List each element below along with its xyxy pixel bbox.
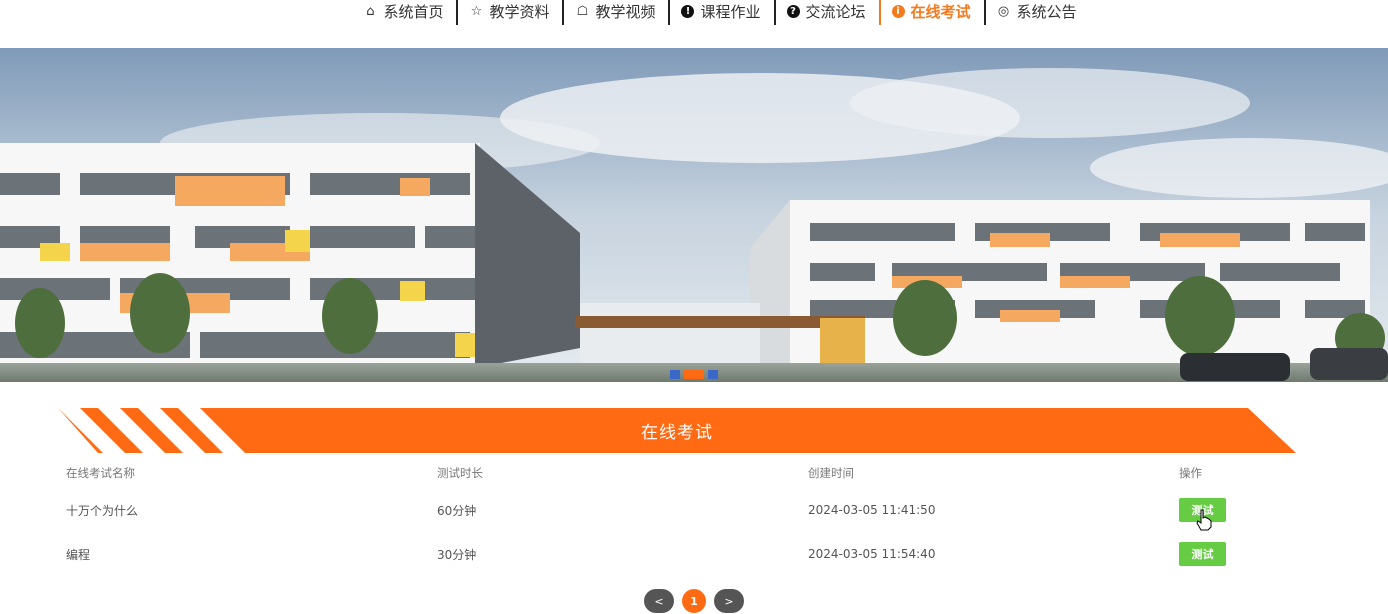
column-header-action: 操作 (1179, 466, 1202, 480)
exam-action-cell: 测试 (1171, 532, 1296, 576)
page-number-current[interactable]: 1 (682, 589, 706, 613)
exam-name: 编程 (66, 547, 91, 562)
carousel-dots (0, 370, 1388, 379)
nav-item-label: 在线考试 (910, 3, 971, 21)
nav-item-materials[interactable]: ☆ 教学资料 (456, 0, 562, 25)
column-header-duration: 测试时长 (437, 466, 483, 480)
nav-item-videos[interactable]: ☖ 教学视频 (562, 0, 668, 25)
table-row: 十万个为什么 60分钟 2024-03-05 11:41:50 测试 (58, 488, 1296, 532)
pagination: < 1 > (0, 589, 1388, 613)
banner-image (0, 48, 1388, 382)
next-page-button[interactable]: > (714, 589, 744, 613)
exam-action-cell: 测试 (1171, 488, 1296, 532)
nav-item-forum[interactable]: ? 交流论坛 (773, 0, 879, 25)
table-row: 编程 30分钟 2024-03-05 11:54:40 测试 (58, 532, 1296, 576)
exam-name: 十万个为什么 (66, 503, 139, 518)
test-button[interactable]: 测试 (1179, 498, 1226, 522)
exam-duration: 30分钟 (437, 547, 477, 562)
question-icon: ? (786, 5, 800, 18)
nav-menu: ⌂ 系统首页 ☆ 教学资料 ☖ 教学视频 ! 课程作业 ? 交流论坛 i 在线考… (350, 0, 1090, 25)
prev-page-button[interactable]: < (644, 589, 674, 613)
nav-item-online-exam[interactable]: i 在线考试 (878, 0, 984, 25)
star-icon: ☆ (470, 4, 483, 19)
exam-duration: 60分钟 (437, 503, 477, 518)
home-icon: ⌂ (366, 4, 375, 19)
exam-created-time: 2024-03-05 11:41:50 (808, 503, 936, 517)
nav-item-homework[interactable]: ! 课程作业 (668, 0, 773, 25)
exclamation-icon: ! (681, 5, 695, 18)
carousel-dot[interactable] (708, 370, 718, 379)
nav-item-label: 交流论坛 (805, 3, 866, 21)
nav-item-announcements[interactable]: ◎ 系统公告 (983, 0, 1090, 25)
carousel-dot[interactable] (670, 370, 680, 379)
carousel-dot-active[interactable] (684, 370, 704, 379)
bag-icon: ☖ (576, 4, 589, 19)
nav-item-label: 系统公告 (1016, 3, 1077, 21)
table-header-row: 在线考试名称 测试时长 创建时间 操作 (58, 458, 1296, 488)
section-title: 在线考试 (641, 423, 713, 443)
test-button[interactable]: 测试 (1179, 542, 1226, 566)
nav-item-home[interactable]: ⌂ 系统首页 (350, 0, 456, 23)
exam-created-time: 2024-03-05 11:54:40 (808, 547, 936, 561)
nav-item-label: 系统首页 (383, 3, 444, 21)
column-header-created: 创建时间 (808, 466, 854, 480)
nav-item-label: 教学视频 (595, 3, 656, 21)
exam-table: 在线考试名称 测试时长 创建时间 操作 十万个为什么 60分钟 2024-03-… (58, 458, 1296, 576)
nav-item-label: 教学资料 (489, 3, 550, 21)
info-icon: i (891, 5, 905, 18)
nav-item-label: 课程作业 (700, 3, 761, 21)
column-header-name: 在线考试名称 (66, 466, 135, 480)
support-icon: ◎ (997, 4, 1010, 19)
top-nav: ⌂ 系统首页 ☆ 教学资料 ☖ 教学视频 ! 课程作业 ? 交流论坛 i 在线考… (0, 0, 1388, 48)
banner-carousel[interactable] (0, 48, 1388, 382)
